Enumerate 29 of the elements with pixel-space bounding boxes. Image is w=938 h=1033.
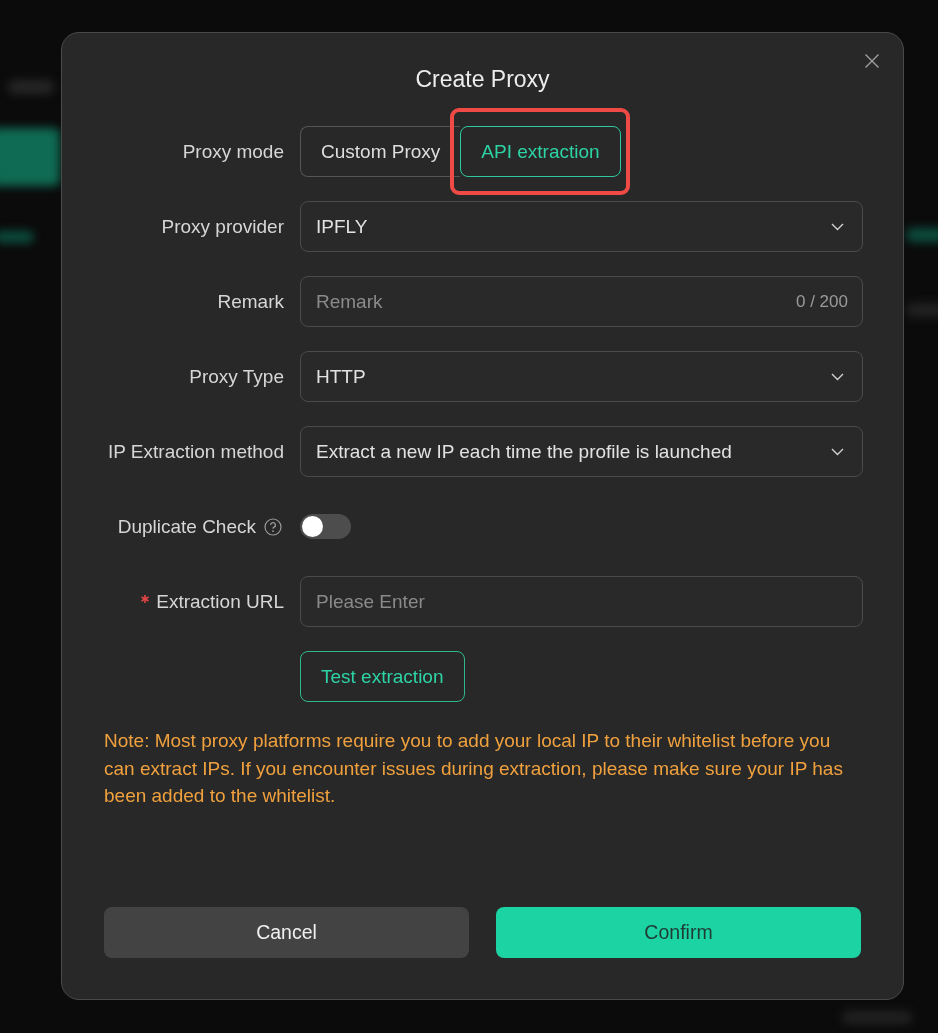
field-label: Remark <box>217 290 284 313</box>
select-field[interactable]: HTTP <box>300 351 863 402</box>
close-button[interactable] <box>864 53 880 69</box>
field-label: Proxy Type <box>189 365 284 388</box>
select-field[interactable]: IPFLY <box>300 201 863 252</box>
test-extraction-button[interactable]: Test extraction <box>300 651 465 702</box>
field-label: Proxy mode <box>182 140 284 163</box>
proxy-mode-tab[interactable]: API extraction <box>460 126 621 177</box>
select-field[interactable]: Extract a new IP each time the profile is launched <box>300 426 863 477</box>
confirm-button[interactable]: Confirm <box>496 907 861 958</box>
proxy-mode-tab[interactable]: Custom Proxy <box>300 126 461 177</box>
field-label: IP Extraction method <box>107 440 284 463</box>
chevron-down-icon <box>831 447 844 456</box>
character-counter: 0 / 200 <box>796 291 848 312</box>
cancel-button[interactable]: Cancel <box>104 907 469 958</box>
chevron-down-icon <box>831 222 844 231</box>
blurred-block <box>0 231 34 243</box>
input-field[interactable]: Please Enter <box>300 576 863 627</box>
field-label: Extraction URL <box>156 590 284 613</box>
dialog-title: Create Proxy <box>415 65 550 93</box>
chevron-down-icon <box>831 372 844 381</box>
toggle-switch[interactable] <box>300 514 351 539</box>
blurred-block <box>0 128 60 186</box>
field-label: Proxy provider <box>161 215 284 238</box>
close-icon <box>864 53 880 69</box>
help-icon[interactable] <box>264 517 282 536</box>
note-text: Note: Most proxy platforms require you to add your local IP to their whitelist before you can extract IPs. If you encounter issues during extraction, please make sure your IP has been added to the whitelist. <box>104 729 844 808</box>
field-label: Duplicate Check <box>117 515 256 538</box>
blurred-block <box>906 228 938 242</box>
